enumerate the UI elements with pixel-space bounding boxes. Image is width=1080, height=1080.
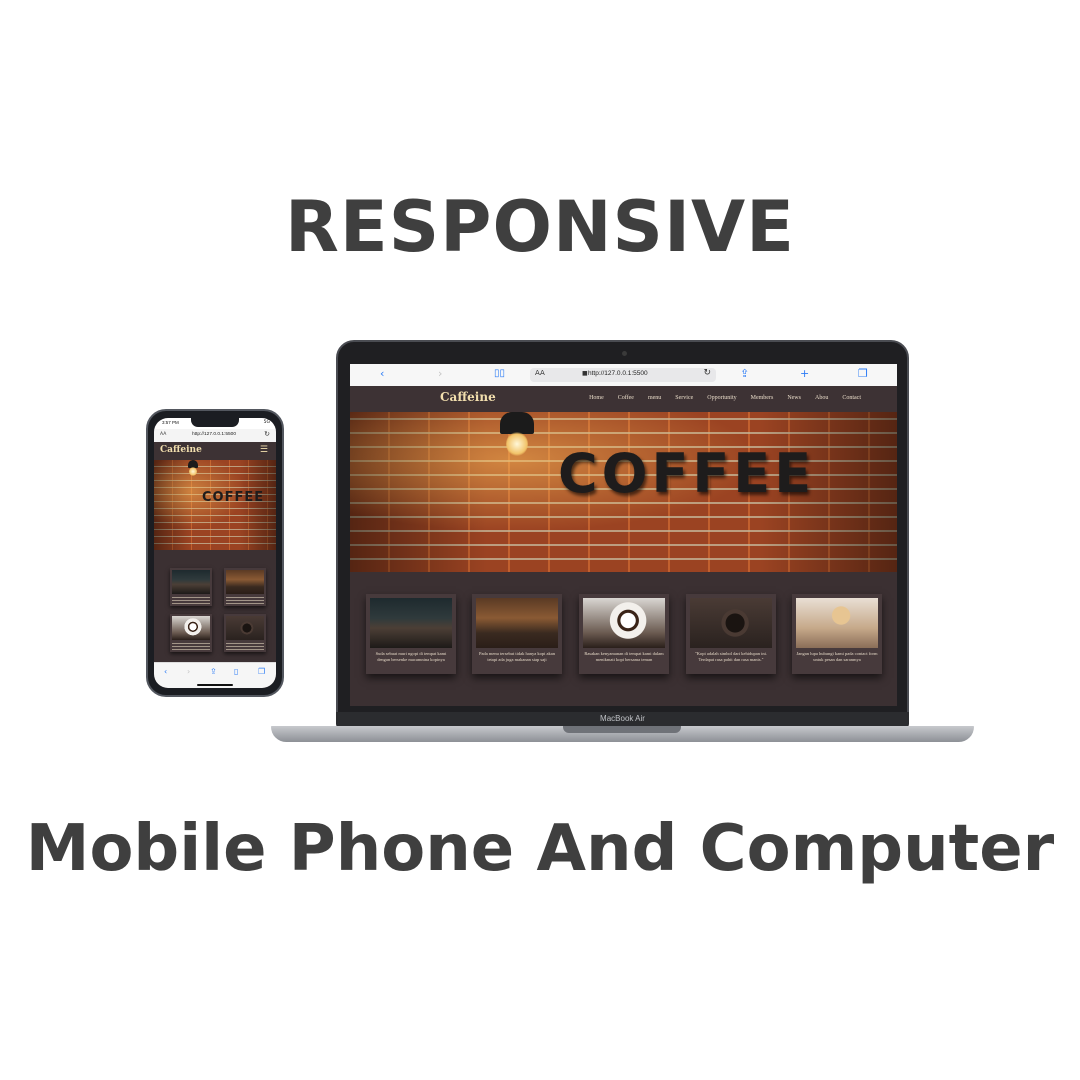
status-signal: 5G <box>263 420 270 425</box>
card-image <box>796 598 878 648</box>
chevron-right-icon[interactable]: › <box>187 667 190 676</box>
nav-service[interactable]: Service <box>675 395 693 401</box>
card-text: Jangan lupa hubungi kami pada contact fo… <box>796 651 878 662</box>
chevron-left-icon[interactable]: ‹ <box>164 667 167 676</box>
phone-screen: 3:57 PM 5G AA http://127.0.0.1:5500 ↻ Ca… <box>154 418 276 688</box>
share-icon[interactable]: ⇪ <box>740 367 749 381</box>
phone-navbar: Caffeine ☰ <box>154 442 276 460</box>
site-navbar: Caffeine Home Coffee menu Service Opport… <box>350 386 897 412</box>
card-section: Suda sebuat muri ngopi di tempat kami de… <box>350 572 897 706</box>
headline-mobile-computer: Mobile Phone And Computer <box>25 812 1055 886</box>
card-comfort[interactable]: Rasakan kenyamanan di tempat kami dalam … <box>579 594 669 674</box>
hero-banner: COFFEE <box>350 412 897 572</box>
status-time: 3:57 PM <box>162 420 179 425</box>
text-size-button[interactable]: AA <box>160 432 166 437</box>
card-text-lines <box>172 595 210 604</box>
phone-card[interactable] <box>224 614 266 652</box>
phone-card[interactable] <box>170 614 212 652</box>
phone-mockup: 3:57 PM 5G AA http://127.0.0.1:5500 ↻ Ca… <box>146 409 284 697</box>
card-image <box>226 570 264 594</box>
phone-hero-banner: COFFEE <box>154 460 276 550</box>
card-image <box>476 598 558 648</box>
book-icon[interactable]: ▯▯ <box>494 367 505 381</box>
phone-card[interactable] <box>170 568 212 606</box>
laptop-screen: ‹ › ▯▯ AA ■ http://127.0.0.1:5500 ↻ ⇪ + … <box>350 364 897 706</box>
nav-menu[interactable]: menu <box>648 395 661 401</box>
nav-contact[interactable]: Contact <box>842 395 861 401</box>
headline-responsive: RESPONSIVE <box>285 186 795 268</box>
nav-coffee[interactable]: Coffee <box>618 395 634 401</box>
card-menu[interactable]: Pada menu tersebut tidak hanya kopi akan… <box>472 594 562 674</box>
share-icon[interactable]: ⇪ <box>210 667 217 676</box>
card-image <box>583 598 665 648</box>
hamburger-icon[interactable]: ☰ <box>260 445 268 455</box>
nav-members[interactable]: Members <box>751 395 774 401</box>
phone-card-section <box>154 550 276 662</box>
nav-home[interactable]: Home <box>589 395 604 401</box>
phone-card[interactable] <box>224 568 266 606</box>
lamp-icon <box>500 412 534 434</box>
brand-logo[interactable]: Caffeine <box>160 445 202 455</box>
home-indicator <box>197 684 233 686</box>
card-text-lines <box>226 595 264 604</box>
hero-title: COFFEE <box>202 490 265 505</box>
text-size-button[interactable]: AA <box>535 369 545 377</box>
reload-icon[interactable]: ↻ <box>264 430 270 438</box>
card-text: Suda sebuat muri ngopi di tempat kami de… <box>375 651 447 662</box>
url-text[interactable]: http://127.0.0.1:5500 <box>588 370 648 377</box>
chevron-left-icon[interactable]: ‹ <box>380 367 384 381</box>
card-image <box>172 616 210 640</box>
card-image <box>370 598 452 648</box>
brand-logo[interactable]: Caffeine <box>440 390 496 404</box>
book-icon[interactable]: ▯ <box>234 667 238 676</box>
phone-address-bar[interactable]: AA http://127.0.0.1:5500 ↻ <box>154 429 276 443</box>
laptop-hinge-notch <box>563 726 681 733</box>
card-text: "Kopi adalah simbol dari kehidupan ini. … <box>694 651 768 662</box>
phone-notch <box>191 418 239 427</box>
nav-links: Home Coffee menu Service Opportunity Mem… <box>589 395 861 401</box>
card-image <box>172 570 210 594</box>
chevron-right-icon[interactable]: › <box>438 367 442 381</box>
card-text-lines <box>226 641 264 650</box>
camera-dot <box>622 351 627 356</box>
card-text-lines <box>172 641 210 650</box>
card-text: Rasakan kenyamanan di tempat kami dalam … <box>584 651 664 662</box>
hero-title: COFFEE <box>558 442 816 505</box>
card-image <box>690 598 772 648</box>
card-image <box>226 616 264 640</box>
phone-browser-toolbar: ‹ › ⇪ ▯ ❐ <box>154 662 276 688</box>
laptop-model-label: MacBook Air <box>600 714 645 723</box>
plus-icon[interactable]: + <box>800 367 809 381</box>
tabs-icon[interactable]: ❐ <box>858 367 868 381</box>
card-text: Pada menu tersebut tidak hanya kopi akan… <box>479 651 555 662</box>
tabs-icon[interactable]: ❐ <box>258 667 265 676</box>
url-text[interactable]: http://127.0.0.1:5500 <box>192 432 236 437</box>
browser-toolbar: ‹ › ▯▯ AA ■ http://127.0.0.1:5500 ↻ ⇪ + … <box>350 364 897 387</box>
nav-opportunity[interactable]: Opportunity <box>707 395 736 401</box>
bulb-glow <box>189 467 197 476</box>
card-quote[interactable]: "Kopi adalah simbol dari kehidupan ini. … <box>686 594 776 674</box>
card-cafe[interactable]: Suda sebuat muri ngopi di tempat kami de… <box>366 594 456 674</box>
address-bar[interactable]: AA ■ http://127.0.0.1:5500 ↻ <box>530 368 716 382</box>
laptop-mockup: ‹ › ▯▯ AA ■ http://127.0.0.1:5500 ↻ ⇪ + … <box>336 340 909 718</box>
nav-about[interactable]: Abou <box>815 395 828 401</box>
card-contact[interactable]: Jangan lupa hubungi kami pada contact fo… <box>792 594 882 674</box>
nav-news[interactable]: News <box>787 395 801 401</box>
lock-icon: ■ <box>582 370 588 377</box>
bulb-glow <box>506 432 528 456</box>
reload-icon[interactable]: ↻ <box>703 368 711 378</box>
